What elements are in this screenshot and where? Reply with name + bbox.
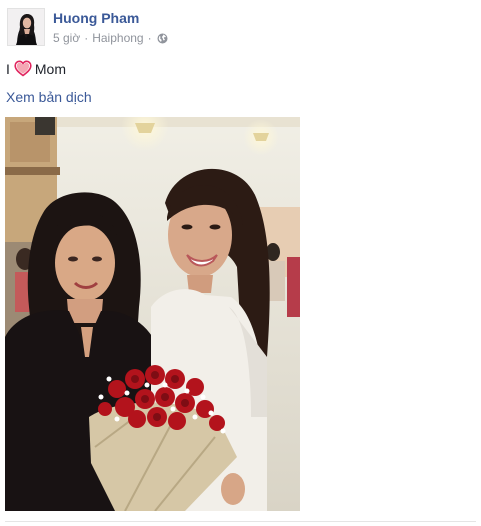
avatar-image [8,9,44,45]
meta-separator: · [84,31,89,45]
heart-icon [14,60,32,77]
status-after-emoji: Mom [34,60,67,77]
post-location[interactable]: Haiphong [92,31,143,45]
post-meta: 5 giờ · Haiphong · [53,31,168,45]
post-card: Huong Pham 5 giờ · Haiphong · I Mom Xem … [0,0,481,526]
photo[interactable] [5,117,300,511]
globe-icon[interactable] [157,33,168,44]
meta-separator: · [147,31,152,45]
post-time[interactable]: 5 giờ [53,31,80,45]
status-before-emoji: I [6,60,10,77]
status-text: I Mom [6,60,66,77]
see-translation-link[interactable]: Xem bản dịch [6,89,92,105]
post-divider [5,521,476,522]
avatar[interactable] [7,8,45,46]
photo-image [5,117,300,511]
author-name[interactable]: Huong Pham [53,10,139,26]
